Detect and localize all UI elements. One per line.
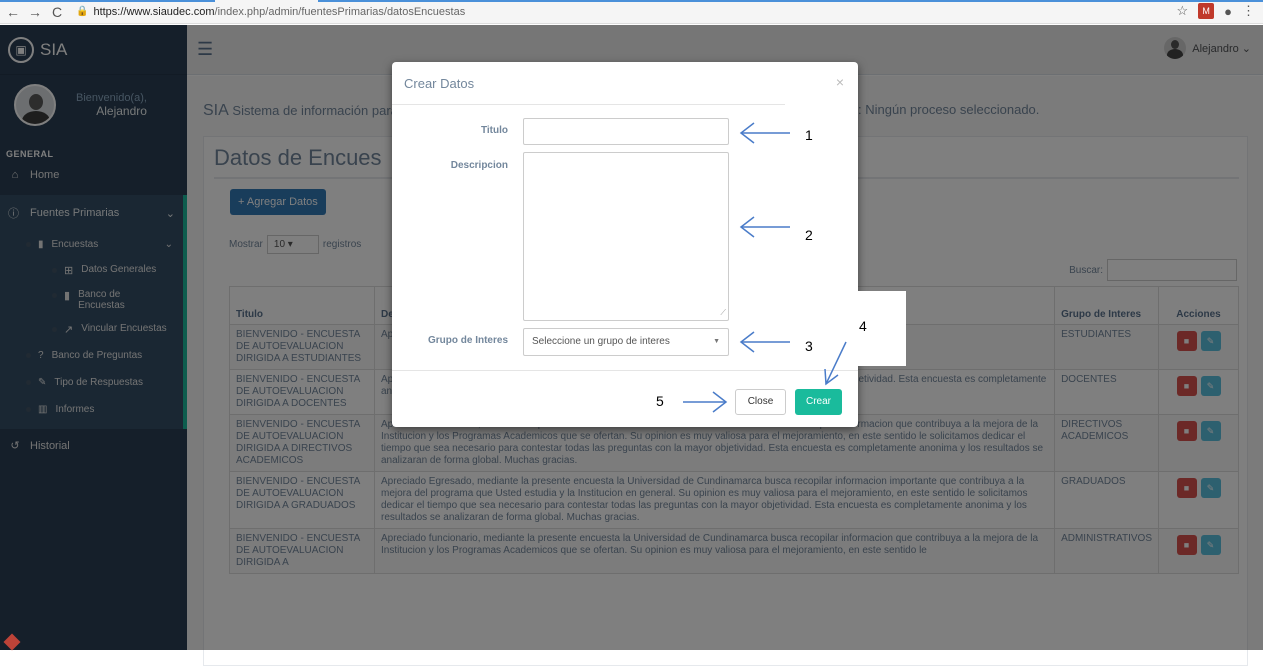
annotation-label-3: 3 xyxy=(805,338,813,354)
crear-button[interactable]: Crear xyxy=(795,389,842,415)
browser-toolbar: ← → C 🔒 https://www.siaudec.com/index.ph… xyxy=(0,0,1263,24)
titulo-label: Titulo xyxy=(480,125,508,136)
star-icon[interactable]: ☆ xyxy=(1176,3,1188,19)
menu-dots-icon[interactable]: ⋮ xyxy=(1242,3,1255,19)
annotation-label-4: 4 xyxy=(859,318,867,334)
address-bar[interactable]: 🔒 https://www.siaudec.com/index.php/admi… xyxy=(76,6,465,18)
modal-footer: Close Crear xyxy=(392,370,858,427)
caret-down-icon: ▼ xyxy=(713,338,720,345)
close-icon[interactable]: × xyxy=(836,74,844,90)
reload-icon[interactable]: C xyxy=(48,4,66,20)
url-path: /index.php/admin/fuentesPrimarias/datosE… xyxy=(214,5,466,18)
annotation-label-1: 1 xyxy=(805,127,813,143)
extension-icon[interactable]: M xyxy=(1198,3,1215,19)
annotation-patch xyxy=(785,103,858,366)
url-host: https://www.siaudec.com xyxy=(93,5,215,18)
annotation-label-2: 2 xyxy=(805,227,813,243)
descripcion-label: Descripcion xyxy=(450,160,508,171)
grupo-select-value: Seleccione un grupo de interes xyxy=(532,336,670,347)
resize-grip-icon[interactable]: ⟋ xyxy=(720,308,726,318)
tab-indicator xyxy=(0,0,1263,2)
profile-icon[interactable]: ● xyxy=(1224,4,1232,19)
lock-icon: 🔒 xyxy=(76,6,89,17)
modal-title: Crear Datos xyxy=(404,76,475,91)
grupo-select[interactable]: Seleccione un grupo de interes ▼ xyxy=(523,328,729,356)
descripcion-textarea[interactable]: ⟋ xyxy=(523,152,729,321)
annotation-patch xyxy=(640,378,730,425)
titulo-input[interactable] xyxy=(523,118,729,145)
grupo-label: Grupo de Interes xyxy=(427,335,508,346)
close-button[interactable]: Close xyxy=(735,389,786,415)
annotation-label-5: 5 xyxy=(656,393,664,409)
back-icon[interactable]: ← xyxy=(4,4,22,20)
forward-icon[interactable]: → xyxy=(26,4,44,20)
